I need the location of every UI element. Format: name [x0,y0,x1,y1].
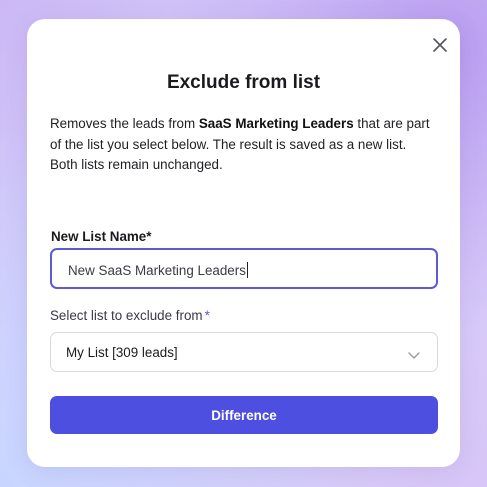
difference-button[interactable]: Difference [50,396,438,434]
close-icon[interactable] [430,35,450,55]
modal-description: Removes the leads from SaaS Marketing Le… [50,114,442,176]
new-list-name-label-text: New List Name [51,229,147,244]
new-list-name-label: New List Name* [51,229,151,244]
new-list-name-value: New SaaS Marketing Leaders [68,262,248,278]
description-note: Both lists remain unchanged. [50,157,223,172]
exclude-list-label-text: Select list to exclude from [50,308,203,323]
exclude-list-select[interactable]: My List [309 leads] [50,332,438,372]
exclude-list-selected-value: My List [309 leads] [66,345,178,360]
chevron-down-icon [407,347,421,359]
new-list-name-value-text: New SaaS Marketing Leaders [68,263,246,278]
exclude-list-label: Select list to exclude from * [50,308,210,323]
required-mark: * [204,308,210,323]
modal-title: Exclude from list [166,72,321,93]
source-list-name: SaaS Marketing Leaders [198,116,354,131]
exclude-from-list-modal: Exclude from list Removes the leads from… [27,19,460,467]
new-list-name-input[interactable]: New SaaS Marketing Leaders [50,248,438,289]
description-text-start: Removes the leads from [50,116,199,131]
required-mark: * [146,229,152,244]
text-cursor [246,262,248,278]
